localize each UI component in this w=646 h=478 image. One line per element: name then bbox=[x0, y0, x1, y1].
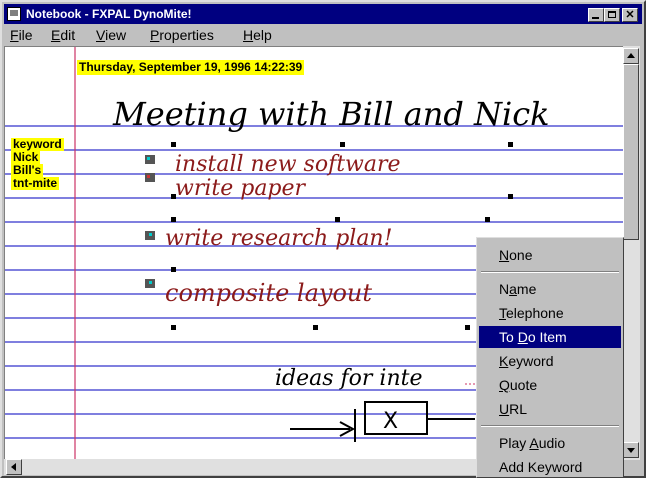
ctx-item-none[interactable]: None bbox=[479, 244, 621, 266]
ink-line-3: write paper bbox=[175, 176, 307, 201]
window-title: Notebook - FXPAL DynoMite! bbox=[26, 7, 192, 21]
menu-edit[interactable]: Edit bbox=[51, 24, 75, 46]
ink-line-5: composite layout bbox=[165, 279, 372, 307]
menu-bar: File Edit View Properties Help bbox=[4, 24, 642, 46]
scroll-left-button[interactable] bbox=[6, 459, 22, 475]
ctx-item-play-audio[interactable]: Play Audio bbox=[479, 432, 621, 454]
vertical-scroll-thumb[interactable] bbox=[623, 64, 639, 240]
ink-line-4: write research plan! bbox=[165, 226, 392, 251]
ctx-item-todo[interactable]: To Do Item bbox=[479, 326, 621, 348]
context-menu: None Name Telephone To Do Item Keyword Q… bbox=[476, 237, 624, 478]
close-button[interactable]: ✕ bbox=[622, 8, 638, 22]
keyword-tnt-mite[interactable]: tnt-mite bbox=[11, 177, 59, 190]
ink-line-6: ideas for inte bbox=[275, 366, 423, 391]
title-bar[interactable]: Notebook - FXPAL DynoMite! ✕ bbox=[4, 4, 642, 24]
ctx-item-url[interactable]: URL bbox=[479, 398, 621, 420]
ctx-separator bbox=[481, 271, 619, 273]
ctx-item-telephone[interactable]: Telephone bbox=[479, 302, 621, 324]
menu-view[interactable]: View bbox=[96, 24, 126, 46]
menu-properties[interactable]: Properties bbox=[150, 24, 214, 46]
ctx-separator bbox=[481, 425, 619, 427]
scroll-up-icon bbox=[627, 53, 635, 58]
ink-sketch-box-label: X bbox=[383, 409, 398, 434]
menu-file[interactable]: File bbox=[10, 24, 33, 46]
app-icon[interactable] bbox=[7, 7, 21, 21]
close-icon: ✕ bbox=[625, 9, 635, 21]
maximize-button[interactable] bbox=[604, 8, 620, 22]
minimize-icon bbox=[592, 17, 599, 19]
date-stamp: Thursday, September 19, 1996 14:22:39 bbox=[77, 60, 305, 75]
scroll-down-icon bbox=[627, 448, 635, 453]
ctx-item-add-keyword[interactable]: Add Keyword bbox=[479, 456, 621, 478]
ctx-item-name[interactable]: Name bbox=[479, 278, 621, 300]
scroll-left-icon bbox=[11, 463, 16, 471]
ctx-item-keyword[interactable]: Keyword bbox=[479, 350, 621, 372]
vertical-scrollbar[interactable] bbox=[623, 46, 640, 460]
scroll-up-button[interactable] bbox=[623, 48, 639, 64]
maximize-icon bbox=[608, 11, 616, 18]
ink-line-2: install new software bbox=[175, 152, 401, 177]
ctx-item-quote[interactable]: Quote bbox=[479, 374, 621, 396]
resize-grip[interactable] bbox=[624, 460, 640, 476]
ink-line-1: Meeting with Bill and Nick bbox=[112, 95, 550, 133]
menu-help[interactable]: Help bbox=[243, 24, 272, 46]
minimize-button[interactable] bbox=[588, 8, 604, 22]
scroll-down-button[interactable] bbox=[623, 442, 639, 458]
